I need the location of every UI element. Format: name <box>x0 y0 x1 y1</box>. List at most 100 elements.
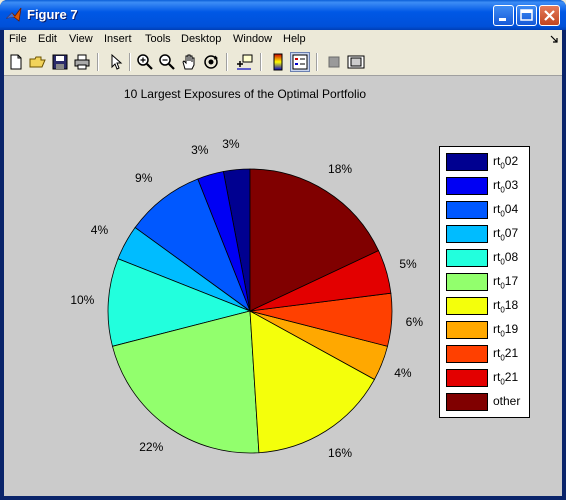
slice-percent-label: 22% <box>139 439 164 454</box>
rotate-3d-button[interactable] <box>201 52 221 72</box>
legend-label: rt003 <box>493 178 518 194</box>
title-bar[interactable]: Figure 7 <box>0 0 566 30</box>
toolbar-separator <box>97 53 99 71</box>
zoom-out-button[interactable] <box>157 52 177 72</box>
legend-swatch <box>446 153 488 171</box>
legend-label-suffix: 21 <box>504 370 519 384</box>
legend-label-suffix: 04 <box>504 202 519 216</box>
slice-percent-label: 3% <box>191 142 209 157</box>
menu-file[interactable]: File <box>9 33 27 45</box>
slice-percent-label: 5% <box>399 257 417 272</box>
legend-label-suffix: 19 <box>504 322 519 336</box>
menu-bar: File Edit View Insert Tools Desktop Wind… <box>4 30 562 48</box>
print-icon <box>74 54 90 70</box>
hide-plot-tools-icon <box>328 56 340 68</box>
legend-swatch <box>446 177 488 195</box>
edit-plot-button[interactable] <box>105 52 125 72</box>
data-cursor-button[interactable] <box>234 52 254 72</box>
maximize-button[interactable] <box>516 5 537 26</box>
legend-swatch <box>446 393 488 411</box>
legend-label-suffix: 21 <box>504 346 519 360</box>
slice-percent-label: 18% <box>328 162 353 177</box>
client-area: File Edit View Insert Tools Desktop Wind… <box>4 30 562 496</box>
pointer-icon <box>111 53 123 70</box>
menu-insert[interactable]: Insert <box>104 33 132 45</box>
menu-edit[interactable]: Edit <box>38 33 57 45</box>
legend-label: rt008 <box>493 250 518 266</box>
save-button[interactable] <box>50 52 70 72</box>
new-file-button[interactable] <box>6 52 26 72</box>
minimize-icon <box>499 18 506 21</box>
zoom-in-icon <box>137 54 153 70</box>
legend-swatch <box>446 345 488 363</box>
toolbar-separator <box>226 53 228 71</box>
dock-arrow-icon[interactable] <box>550 35 559 44</box>
save-icon <box>52 54 68 70</box>
legend-label-suffix: 18 <box>504 298 519 312</box>
menu-tools[interactable]: Tools <box>145 33 171 45</box>
legend-label-suffix: 07 <box>504 226 519 240</box>
open-folder-icon <box>29 56 46 68</box>
show-plot-tools-button[interactable] <box>346 52 366 72</box>
slice-percent-label: 4% <box>394 365 412 380</box>
figure-window: Figure 7 File Edit View Insert Tools Des… <box>0 0 566 500</box>
slice-percent-label: 10% <box>70 293 95 308</box>
slice-percent-label: 4% <box>90 223 109 238</box>
window-title: Figure 7 <box>27 7 78 22</box>
legend-label: rt021 <box>493 370 518 386</box>
rotate-3d-icon <box>204 55 218 69</box>
figure-canvas: 10 Largest Exposures of the Optimal Port… <box>4 77 562 496</box>
legend-swatch <box>446 249 488 267</box>
new-file-icon <box>10 54 22 70</box>
colorbar-icon <box>273 53 283 71</box>
print-button[interactable] <box>72 52 92 72</box>
legend-swatch <box>446 321 488 339</box>
legend-swatch <box>446 369 488 387</box>
chart-legend[interactable]: rt002 rt003 rt004 rt007 rt008 rt017 rt018 rt019… <box>439 146 530 418</box>
legend-label: rt007 <box>493 226 518 242</box>
data-cursor-icon <box>237 54 253 70</box>
legend-label: rt002 <box>493 154 518 170</box>
figure-toolbar <box>4 48 562 76</box>
pan-hand-icon <box>182 54 195 70</box>
toolbar-separator <box>260 53 262 71</box>
toolbar-separator <box>129 53 131 71</box>
legend-label: rt019 <box>493 322 518 338</box>
show-plot-tools-icon <box>347 55 365 69</box>
legend-label-suffix: 02 <box>504 154 519 168</box>
legend-label-suffix: 08 <box>504 250 519 264</box>
maximize-icon <box>520 9 533 21</box>
legend-label: rt004 <box>493 202 518 218</box>
legend-label: rt017 <box>493 274 518 290</box>
insert-legend-button[interactable] <box>290 52 310 72</box>
slice-percent-label: 3% <box>222 136 240 151</box>
legend-swatch <box>446 273 488 291</box>
legend-icon <box>292 54 308 70</box>
legend-swatch <box>446 225 488 243</box>
legend-label-suffix: 17 <box>504 274 519 288</box>
slice-percent-label: 16% <box>328 445 353 460</box>
zoom-out-icon <box>159 54 175 70</box>
legend-label-suffix: other <box>493 394 521 408</box>
slice-percent-label: 9% <box>135 171 153 186</box>
slice-percent-label: 6% <box>405 314 423 329</box>
zoom-in-button[interactable] <box>135 52 155 72</box>
menu-window[interactable]: Window <box>233 33 272 45</box>
menu-desktop[interactable]: Desktop <box>181 33 221 45</box>
legend-label: other <box>493 394 520 410</box>
matlab-logo-icon <box>6 7 22 22</box>
pan-button[interactable] <box>179 52 199 72</box>
open-button[interactable] <box>28 52 48 72</box>
legend-swatch <box>446 201 488 219</box>
menu-view[interactable]: View <box>69 33 93 45</box>
close-icon <box>544 10 555 21</box>
minimize-button[interactable] <box>493 5 514 26</box>
legend-label: rt021 <box>493 346 518 362</box>
close-button[interactable] <box>539 5 560 26</box>
legend-label-suffix: 03 <box>504 178 519 192</box>
insert-colorbar-button[interactable] <box>268 52 288 72</box>
hide-plot-tools-button[interactable] <box>324 52 344 72</box>
toolbar-separator <box>316 53 318 71</box>
menu-help[interactable]: Help <box>283 33 306 45</box>
legend-label: rt018 <box>493 298 518 314</box>
